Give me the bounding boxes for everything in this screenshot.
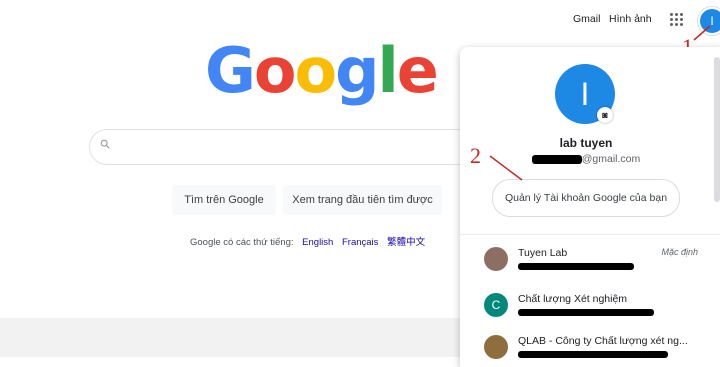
google-logo: Google (205, 40, 439, 102)
email-redaction (518, 263, 634, 270)
account-panel: I ◙ lab tuyen @gmail.com Quản lý Tài kho… (460, 47, 720, 367)
profile-name: lab tuyen (559, 136, 613, 150)
account-name: QLAB - Công ty Chất lượng xét ng... (518, 335, 688, 347)
account-item[interactable]: Tuyen Lab Mặc định (460, 239, 712, 285)
logo-letter: e (396, 34, 439, 107)
account-avatar: C (484, 293, 508, 317)
annotation-number-2: 2 (470, 143, 481, 168)
language-prefix: Google có các thứ tiếng: (190, 237, 294, 248)
im-feeling-lucky-button[interactable]: Xem trang đầu tiên tìm được (283, 185, 442, 215)
search-icon (100, 139, 110, 149)
logo-letter: o (253, 34, 297, 107)
email-redaction (531, 154, 582, 164)
logo-letter: l (377, 34, 399, 107)
logo-letter: g (335, 34, 379, 107)
panel-scrollbar[interactable] (714, 57, 720, 202)
account-name: Tuyen Lab (518, 247, 568, 259)
logo-letter: G (205, 34, 256, 107)
images-link[interactable]: Hình ảnh (609, 13, 652, 25)
default-label: Mặc định (661, 247, 698, 257)
language-link-english[interactable]: English (302, 237, 333, 248)
account-avatar (484, 335, 508, 359)
search-input[interactable] (89, 129, 491, 165)
panel-divider (460, 234, 720, 235)
annotation-arrow-2 (489, 155, 523, 181)
gmail-link[interactable]: Gmail (573, 13, 600, 25)
account-avatar (484, 247, 508, 271)
email-redaction (518, 309, 654, 316)
language-offer: Google có các thứ tiếng: English Françai… (190, 234, 425, 248)
logo-letter: o (294, 34, 338, 107)
account-item[interactable]: QLAB - Công ty Chất lượng xét ng... (460, 327, 712, 367)
account-name: Chất lượng Xét nghiệm (518, 293, 628, 305)
language-link-chinese[interactable]: 繁體中文 (387, 237, 425, 248)
google-search-button[interactable]: Tìm trên Google (172, 185, 276, 215)
camera-icon[interactable]: ◙ (597, 107, 613, 123)
account-item[interactable]: C Chất lượng Xét nghiệm (460, 285, 712, 331)
language-link-french[interactable]: Français (342, 237, 378, 248)
